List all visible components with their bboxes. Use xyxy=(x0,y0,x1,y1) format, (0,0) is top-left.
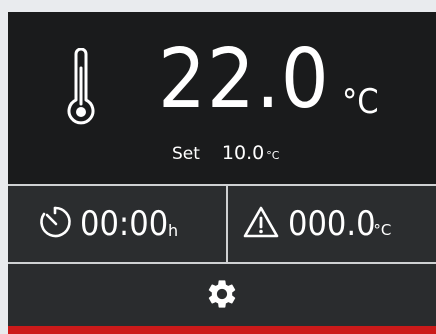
temperature-panel: 22.0 °C Set 10.0 °C xyxy=(8,12,436,184)
alarm-value: 000.0 xyxy=(288,204,376,244)
thermometer-icon xyxy=(64,47,98,128)
timer-display[interactable]: 00:00 h xyxy=(38,204,178,244)
timer-value: 00:00 xyxy=(80,204,169,244)
warning-icon xyxy=(242,205,280,243)
thermostat-display: 22.0 °C Set 10.0 °C 00:00 h 000.0 °C xyxy=(8,12,436,334)
gear-icon xyxy=(205,277,239,315)
current-temperature: 22.0 xyxy=(158,32,330,127)
timer-unit: h xyxy=(167,221,179,240)
accent-bar xyxy=(8,326,436,334)
setpoint-label: Set xyxy=(172,144,200,164)
setpoint-unit: °C xyxy=(266,149,280,162)
setpoint-value: 10.0 xyxy=(221,142,265,164)
timer-icon xyxy=(38,205,72,243)
temperature-unit: °C xyxy=(342,82,379,122)
status-row: 00:00 h 000.0 °C xyxy=(8,186,436,262)
settings-button[interactable] xyxy=(204,278,240,314)
divider xyxy=(226,186,228,262)
settings-bar xyxy=(8,264,436,326)
alarm-display[interactable]: 000.0 °C xyxy=(242,204,391,244)
setpoint[interactable]: Set 10.0 °C xyxy=(172,142,279,168)
alarm-unit: °C xyxy=(373,221,392,239)
